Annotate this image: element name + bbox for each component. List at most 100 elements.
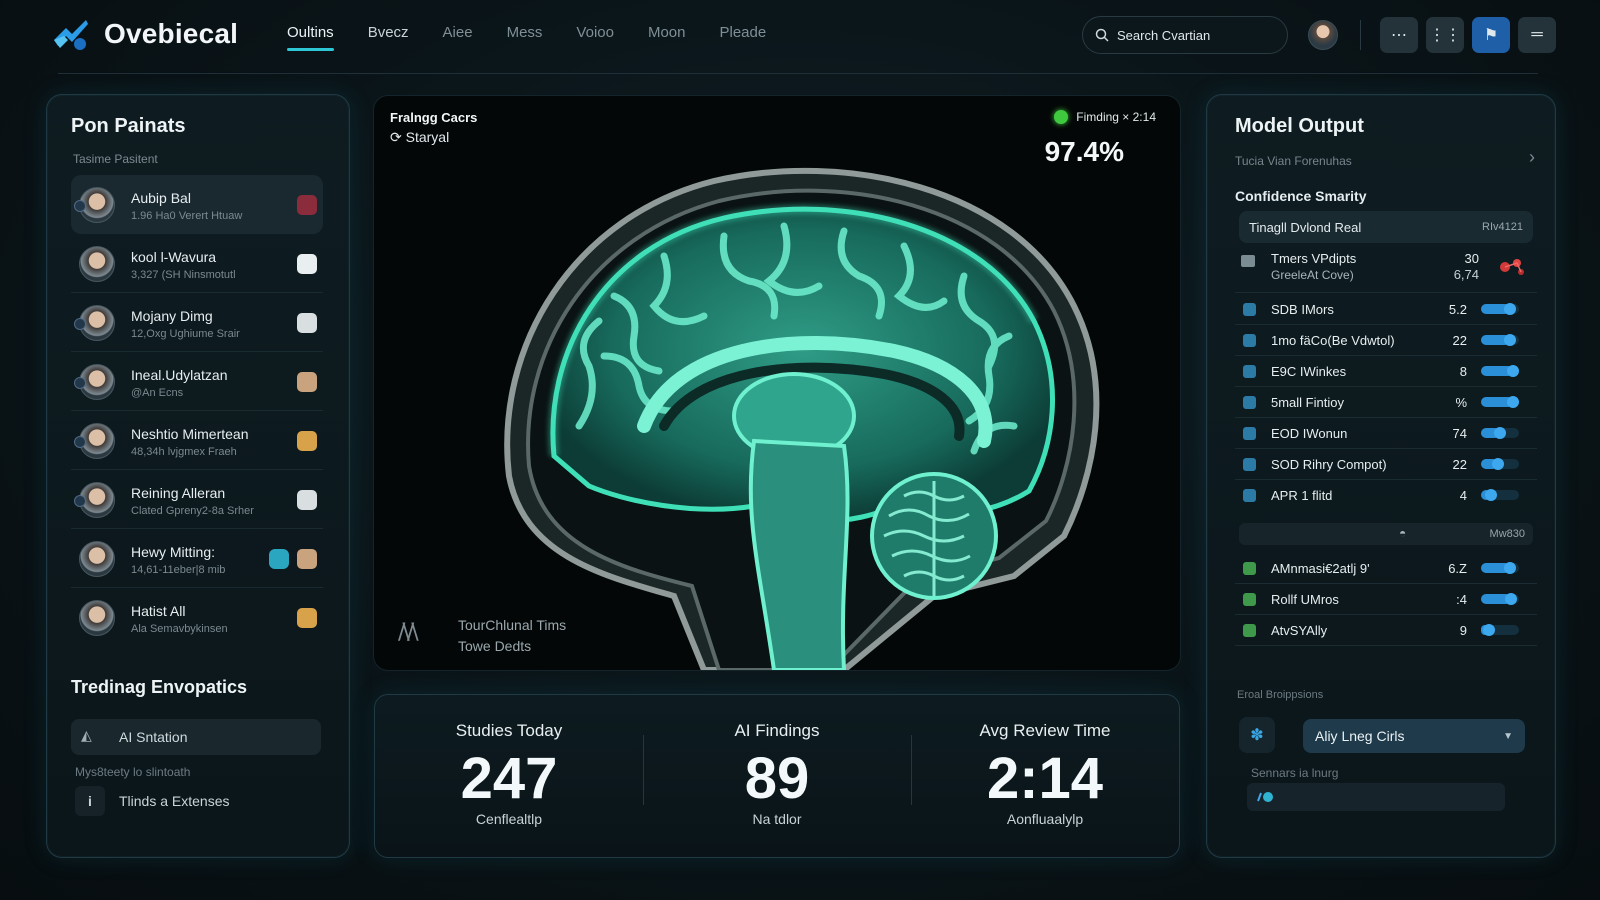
finding-label: Fimding × 2:14: [1076, 110, 1156, 124]
result-row[interactable]: SDB IMors 5.2: [1235, 294, 1537, 325]
search-box[interactable]: [1082, 16, 1288, 54]
result-row[interactable]: E9C IWinkes 8: [1235, 356, 1537, 387]
tab-moon[interactable]: Moon: [648, 24, 686, 51]
ai-station-button[interactable]: ◭ AI Sntation: [71, 719, 321, 755]
patient-detail: Clated Gpreny2-8a Srher: [131, 505, 254, 517]
patient-detail: 14,61-11eber|8 mib: [131, 564, 226, 576]
panel-title: Model Output: [1235, 115, 1364, 137]
grid-button[interactable]: ⋮⋮: [1426, 17, 1464, 53]
level-toggle[interactable]: [1481, 562, 1519, 574]
scan-viewer[interactable]: Fralngg Cacrs ⟳ Staryal Fimding × 2:14 9…: [374, 96, 1180, 670]
patient-item[interactable]: Mojany Dimg 12,Oxg Ughiume Srair: [71, 293, 323, 352]
results-list-secondary: AMnmasi€2atlj 9' 6.Z Rollf UMros :4 AtvS…: [1235, 553, 1537, 646]
avatar: [79, 541, 115, 577]
level-toggle[interactable]: [1481, 593, 1519, 605]
result-row[interactable]: 1mo fäCo(Be Vdwtol) 22: [1235, 325, 1537, 356]
document-icon[interactable]: [297, 313, 317, 333]
extensions-label: Tlinds a Extenses: [119, 793, 230, 809]
patient-name: kool l-Wavura: [131, 249, 217, 265]
paw-icon: ✽: [1250, 727, 1264, 744]
avatar: [74, 305, 115, 341]
header-row-value: RIv4121: [1482, 221, 1523, 233]
link-icon[interactable]: [269, 549, 289, 569]
patient-item[interactable]: Aubip Bal 1.96 Ha0 Verert Htuaw: [71, 175, 323, 234]
viewer-footer-line1: TourChlunal Tims: [458, 617, 567, 633]
app-name[interactable]: Ovebiecal: [104, 18, 238, 50]
section-title: Confidence Smarity: [1235, 188, 1367, 204]
result-row[interactable]: Tmers VPdipts GreeleAt Cove) 30 6,74: [1235, 247, 1537, 293]
result-value-secondary: 6,74: [1453, 267, 1479, 282]
note-icon[interactable]: [297, 608, 317, 628]
level-toggle[interactable]: [1481, 624, 1519, 636]
sensors-input[interactable]: [1247, 783, 1505, 811]
patients-panel: Pon Painats Tasime Pasitent Aubip Bal 1.…: [46, 94, 350, 858]
result-label: Rollf UMros: [1271, 592, 1339, 607]
tab-mess[interactable]: Mess: [507, 24, 543, 51]
result-row[interactable]: APR 1 flitd 4: [1235, 480, 1537, 511]
folder-icon[interactable]: [297, 431, 317, 451]
document-icon[interactable]: [297, 490, 317, 510]
stat-label: Avg Review Time: [979, 721, 1111, 740]
paw-icon-button[interactable]: ✽: [1239, 717, 1275, 753]
result-value: 8: [1459, 364, 1467, 379]
result-row[interactable]: SOD Rihry Compot) 22: [1235, 449, 1537, 480]
stat-value: 247: [460, 746, 558, 811]
more-button[interactable]: ⋯: [1380, 17, 1418, 53]
record-icon[interactable]: [297, 195, 317, 215]
patient-item[interactable]: Ineal.Udylatzan @An Ecns: [71, 352, 323, 411]
patient-item[interactable]: kool l-Wavura 3,327 (SH Ninsmotutl: [71, 234, 323, 293]
result-label: 1mo fäCo(Be Vdwtol): [1271, 333, 1395, 348]
patient-item[interactable]: Hewy Mitting: 14,61-11eber|8 mib: [71, 529, 323, 588]
level-toggle[interactable]: [1481, 303, 1519, 315]
image-icon[interactable]: [297, 372, 317, 392]
model-select[interactable]: Aliy Lneg Cirls ▼: [1303, 719, 1525, 753]
group-divider-row[interactable]: ◓ Mw830: [1239, 523, 1533, 545]
result-sub: GreeleAt Cove): [1271, 268, 1354, 282]
image-icon[interactable]: [297, 549, 317, 569]
result-row[interactable]: 5mall Fintioy %: [1235, 387, 1537, 418]
search-input[interactable]: [1117, 27, 1277, 43]
tab-bvecz[interactable]: Bvecz: [368, 24, 409, 51]
user-avatar[interactable]: [1308, 20, 1338, 50]
result-row[interactable]: AMnmasi€2atlj 9' 6.Z: [1235, 553, 1537, 584]
menu-button[interactable]: ═: [1518, 17, 1556, 53]
level-toggle[interactable]: [1481, 427, 1519, 439]
metric-icon: [1243, 303, 1256, 316]
tab-oultins[interactable]: Oultins: [287, 24, 334, 51]
level-toggle[interactable]: [1481, 458, 1519, 470]
mystery-text: Mys8teety lo slintoath: [75, 765, 191, 779]
status-icon: [74, 495, 86, 507]
result-row[interactable]: AtvSYAlly 9: [1235, 615, 1537, 646]
tab-voioo[interactable]: Voioo: [576, 24, 614, 51]
level-toggle[interactable]: [1481, 396, 1519, 408]
ai-station-label: AI Sntation: [119, 729, 188, 745]
result-value: %: [1455, 395, 1467, 410]
patient-item[interactable]: Reining Alleran Clated Gpreny2-8a Srher: [71, 470, 323, 529]
stat-value: 2:14: [986, 746, 1104, 811]
tab-pleade[interactable]: Pleade: [720, 24, 767, 51]
tab-aiee[interactable]: Aiee: [443, 24, 473, 51]
chevron-right-icon[interactable]: ›: [1529, 147, 1535, 168]
extensions-link[interactable]: i Tlinds a Extenses: [75, 785, 230, 817]
stat-ai-findings: AI Findings 89 Na tdlor: [643, 695, 911, 857]
refresh-icon: ⟳: [390, 129, 406, 145]
stat-value: 89: [744, 746, 810, 811]
patient-item[interactable]: Neshtio Mimertean 48,34h lvjgmex Fraeh: [71, 411, 323, 470]
panel-title: Pon Painats: [71, 115, 186, 137]
patient-item[interactable]: Hatist All Ala Semavbykinsen: [71, 588, 323, 647]
level-toggle[interactable]: [1481, 365, 1519, 377]
result-label: AtvSYAlly: [1271, 623, 1328, 638]
result-label: AMnmasi€2atlj 9': [1271, 561, 1370, 576]
level-toggle[interactable]: [1481, 489, 1519, 501]
flag-button[interactable]: ⚑: [1472, 17, 1510, 53]
result-row[interactable]: Rollf UMros :4: [1235, 584, 1537, 615]
bell-icon[interactable]: [297, 254, 317, 274]
stat-sub: Aonfluaalylp: [1006, 811, 1084, 827]
level-toggle[interactable]: [1481, 334, 1519, 346]
grid-icon: [1241, 255, 1255, 267]
header-row[interactable]: Tinagll Dvlond Real RIv4121: [1239, 211, 1533, 243]
trending-title: Tredinag Envopatics: [71, 677, 248, 697]
result-value: 22: [1452, 457, 1467, 472]
result-row[interactable]: EOD IWonun 74: [1235, 418, 1537, 449]
patient-list: Aubip Bal 1.96 Ha0 Verert Htuaw kool l-W…: [71, 175, 323, 647]
